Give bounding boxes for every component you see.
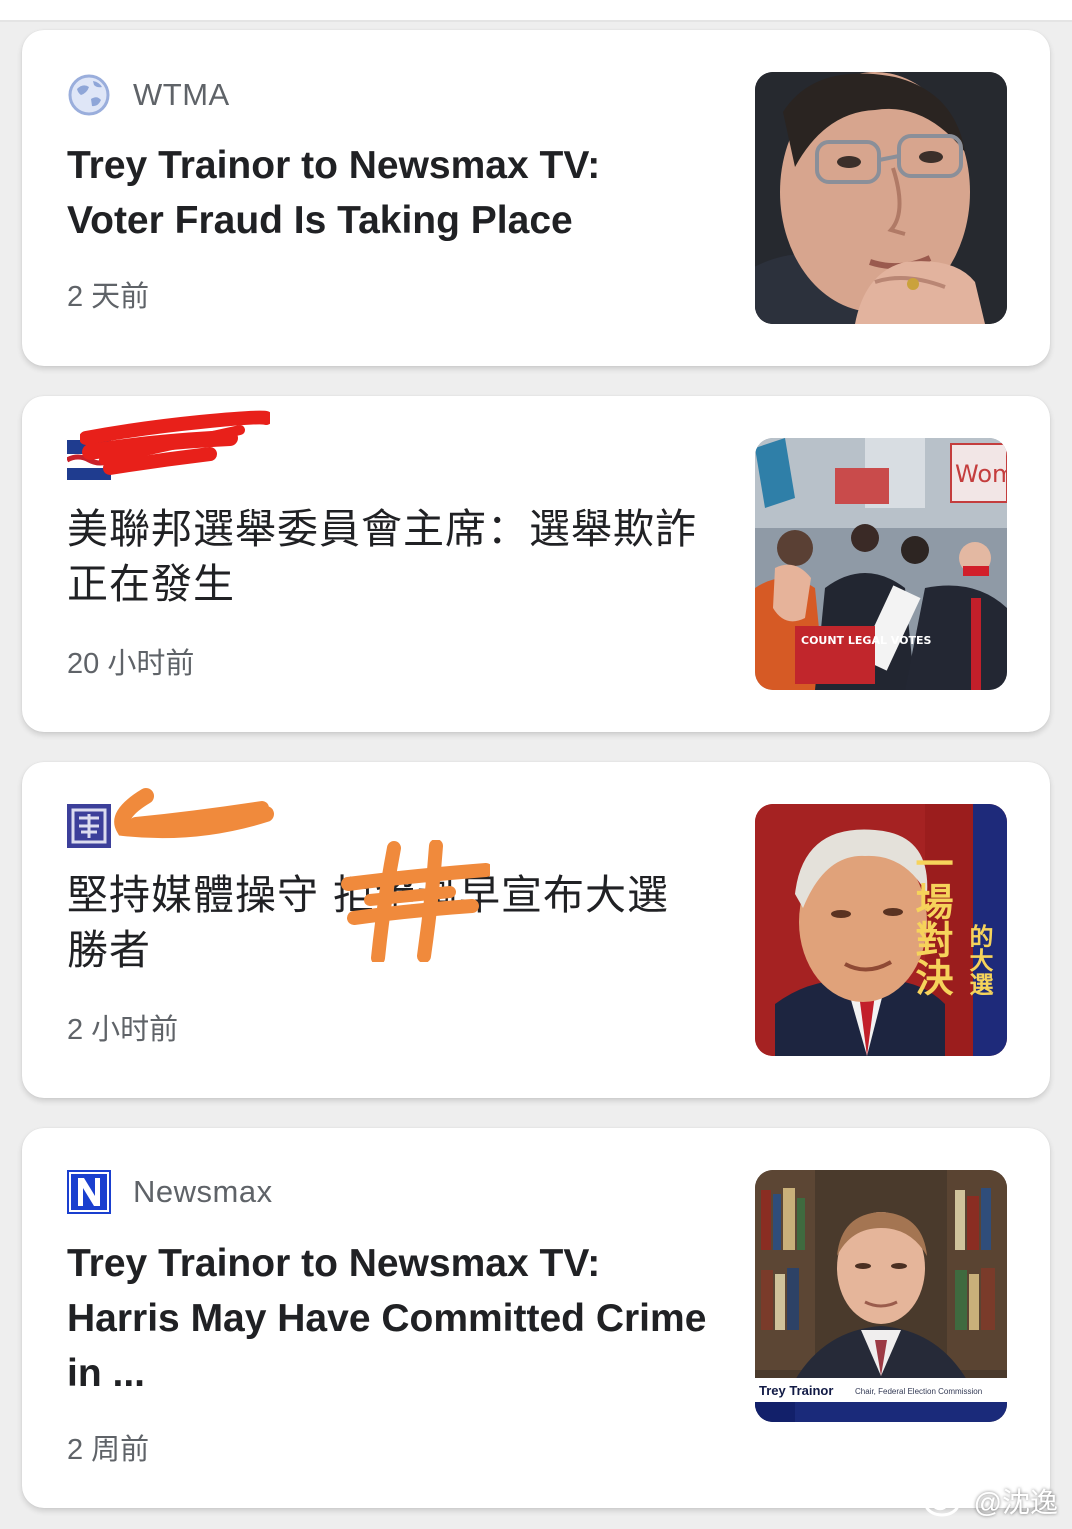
news-card[interactable]: 堅持媒體操守 拒絕過早宣布大選勝者 2 小时前 一場對決 的大選 <box>22 762 1050 1098</box>
lower-third-name: Trey Trainor <box>759 1383 833 1398</box>
portrait-thumbnail[interactable] <box>755 72 1007 324</box>
news-feed: WTMA Trey Trainor to Newsmax TV: Voter F… <box>0 0 1072 1529</box>
emblem-logo-icon <box>67 804 111 848</box>
timestamp: 2 周前 <box>67 1434 150 1466</box>
weibo-icon <box>924 1486 966 1517</box>
sign-text-top: Wom <box>955 460 1007 488</box>
newsmax-n-icon <box>67 1170 111 1214</box>
source-row: WTMA <box>67 73 230 117</box>
news-card[interactable]: Newsmax Trey Trainor to Newsmax TV: Harr… <box>22 1128 1050 1508</box>
news-card[interactable]: 美聯邦選舉委員會主席：選舉欺詐正在發生 20 小时前 Wom COUNT LEG… <box>22 396 1050 732</box>
lower-third-title: Chair, Federal Election Commission <box>855 1387 982 1396</box>
source-row <box>65 438 133 482</box>
source-row: Newsmax <box>67 1170 273 1214</box>
news-card[interactable]: WTMA Trey Trainor to Newsmax TV: Voter F… <box>22 30 1050 366</box>
timestamp: 20 小时前 <box>67 648 195 680</box>
headline[interactable]: 堅持媒體操守 拒絕過早宣布大選勝者 <box>67 868 707 978</box>
protest-thumbnail[interactable]: Wom COUNT LEGAL VOTES <box>755 438 1007 690</box>
watermark-text: @沈逸 <box>973 1487 1058 1518</box>
banner-text-small: 的大選 <box>965 923 993 996</box>
headline[interactable]: Trey Trainor to Newsmax TV: Voter Fraud … <box>67 138 707 248</box>
timestamp: 2 天前 <box>67 281 150 313</box>
headline[interactable]: Trey Trainor to Newsmax TV: Harris May H… <box>67 1236 707 1401</box>
interview-thumbnail[interactable]: Trey Trainor Chair, Federal Election Com… <box>755 1170 1007 1422</box>
source-name: Newsmax <box>133 1174 273 1209</box>
source-name: WTMA <box>133 77 230 112</box>
weibo-watermark: @沈逸 <box>924 1481 1058 1521</box>
trump-thumbnail[interactable]: 一場對決 的大選 <box>755 804 1007 1056</box>
headline[interactable]: 美聯邦選舉委員會主席：選舉欺詐正在發生 <box>67 502 707 612</box>
sign-text-bottom: COUNT LEGAL VOTES <box>801 634 931 647</box>
flag-logo-icon <box>65 438 113 482</box>
source-row <box>67 804 133 848</box>
timestamp: 2 小时前 <box>67 1014 179 1046</box>
banner-text: 一場對決 <box>909 844 953 996</box>
globe-icon <box>67 73 111 117</box>
